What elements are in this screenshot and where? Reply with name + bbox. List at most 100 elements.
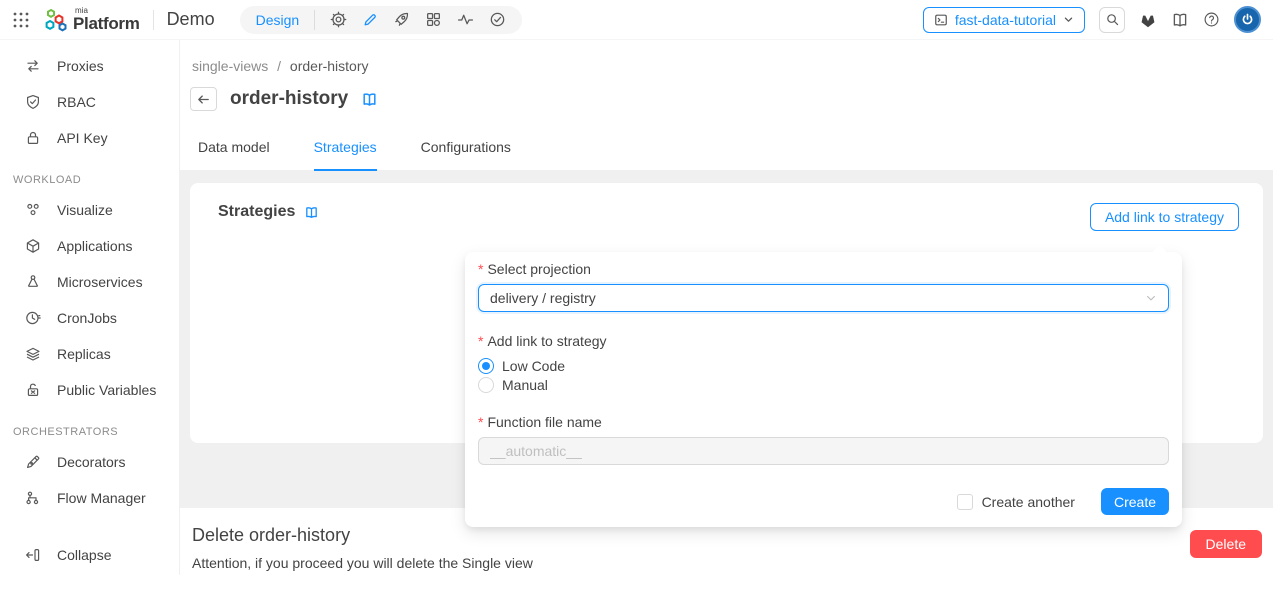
projection-select[interactable]: delivery / registry	[478, 284, 1169, 312]
collapse-icon	[25, 547, 41, 563]
pulse-icon[interactable]	[457, 11, 474, 28]
tab-strategies[interactable]: Strategies	[313, 139, 377, 171]
radio-label: Manual	[502, 376, 548, 393]
docs-book-icon[interactable]	[361, 91, 378, 108]
radio-label: Low Code	[502, 357, 566, 374]
app-grid-icon[interactable]	[12, 11, 30, 29]
select-chevron-down-icon	[1145, 292, 1157, 304]
sidebar-item-rbac[interactable]: RBAC	[0, 84, 179, 120]
sidebar-item-label: Microservices	[57, 274, 143, 290]
strategy-mode-label: * Add link to strategy	[478, 333, 607, 349]
add-strategy-popover: * Select projection delivery / registry …	[465, 252, 1182, 527]
sidebar-collapse-button[interactable]: Collapse	[0, 537, 179, 573]
sidebar-item-label: Visualize	[57, 202, 113, 218]
book-icon[interactable]	[1171, 11, 1189, 29]
sidebar-item-label: Applications	[57, 238, 133, 254]
console-icon	[934, 13, 948, 27]
help-icon[interactable]	[1203, 11, 1220, 28]
environment-selector[interactable]: fast-data-tutorial	[922, 6, 1085, 33]
projection-label: * Select projection	[478, 261, 591, 277]
radio-selected-icon[interactable]	[478, 357, 494, 374]
mia-hexagons-icon	[45, 8, 67, 31]
clock-icon	[25, 310, 41, 326]
sidebar-item-api-key[interactable]: API Key	[0, 120, 179, 156]
chevron-down-icon	[1063, 14, 1074, 25]
strategies-book-icon[interactable]	[304, 205, 319, 220]
arrow-left-icon	[198, 94, 209, 104]
sidebar-item-visualize[interactable]: Visualize	[0, 192, 179, 228]
sidebar-section-workload: WORKLOAD	[13, 174, 82, 186]
collapse-label: Collapse	[57, 547, 112, 563]
sidebar-item-label: Flow Manager	[57, 490, 146, 506]
radio-option-manual[interactable]: Manual	[478, 375, 1169, 394]
search-button[interactable]	[1099, 6, 1125, 33]
environment-label: fast-data-tutorial	[954, 11, 1056, 28]
radio-unselected-icon[interactable]	[478, 376, 494, 393]
delete-button[interactable]: Delete	[1189, 530, 1262, 558]
create-another-checkbox[interactable]	[956, 493, 973, 510]
sidebar-item-microservices[interactable]: Microservices	[0, 264, 179, 300]
breadcrumb-current: order-history	[289, 58, 369, 74]
sidebar-item-decorators[interactable]: Decorators	[0, 444, 179, 480]
sidebar-item-proxies[interactable]: Proxies	[0, 48, 179, 84]
breadcrumb-parent[interactable]: single-views	[192, 58, 268, 74]
project-name[interactable]: Demo	[167, 9, 215, 30]
package-icon	[25, 238, 41, 254]
lock-icon	[25, 130, 41, 146]
sidebar-item-replicas[interactable]: Replicas	[0, 336, 179, 372]
unlock-variables-icon	[25, 382, 41, 398]
page-title: order-history	[230, 88, 349, 109]
add-link-to-strategy-button[interactable]: Add link to strategy	[1089, 203, 1239, 231]
hexagons-icon	[25, 202, 41, 218]
tab-data-model[interactable]: Data model	[198, 139, 270, 170]
gear-icon[interactable]	[330, 11, 347, 28]
sidebar-item-label: RBAC	[57, 94, 96, 110]
sidebar-section-orchestrators: ORCHESTRATORS	[13, 426, 119, 438]
sidebar-item-label: Decorators	[57, 454, 126, 470]
projection-select-value: delivery / registry	[490, 290, 596, 306]
tab-bar: Data model Strategies Configurations	[180, 133, 1273, 171]
user-avatar[interactable]	[1234, 6, 1261, 33]
search-icon	[1105, 12, 1120, 27]
required-asterisk: *	[478, 333, 484, 349]
sidebar-item-label: Public Variables	[57, 382, 157, 398]
sidebar-item-cronjobs[interactable]: CronJobs	[0, 300, 179, 336]
sidebar-item-label: Proxies	[57, 58, 104, 74]
sidebar-item-flow-manager[interactable]: Flow Manager	[0, 480, 179, 516]
create-another-label: Create another	[981, 493, 1075, 510]
pill-divider	[314, 9, 316, 30]
node-icon	[25, 274, 41, 290]
gitlab-icon[interactable]	[1139, 11, 1157, 29]
function-file-name-label: * Function file name	[478, 414, 602, 430]
sidebar: Proxies RBAC API Key WORKLOAD Visualize	[0, 40, 180, 575]
sidebar-item-label: CronJobs	[57, 310, 117, 326]
mia-platform-logo[interactable]: mia Platform	[43, 7, 140, 33]
section-switcher: Design	[239, 5, 523, 34]
delete-section-description: Attention, if you proceed you will delet…	[192, 555, 533, 571]
tab-configurations[interactable]: Configurations	[421, 139, 511, 170]
sidebar-item-label: API Key	[57, 130, 108, 146]
pen-nib-icon	[25, 454, 41, 470]
shield-check-icon	[25, 94, 41, 110]
flow-icon	[25, 490, 41, 506]
sidebar-item-label: Replicas	[57, 346, 111, 362]
rocket-icon[interactable]	[393, 11, 410, 28]
back-button[interactable]	[190, 87, 217, 111]
app-header: mia Platform Demo Design fast-data-tutor…	[0, 0, 1273, 40]
radio-option-low-code[interactable]: Low Code	[478, 356, 1169, 375]
dashboard-icon[interactable]	[425, 11, 442, 28]
card-title: Strategies	[218, 203, 296, 220]
header-divider	[152, 9, 154, 30]
delete-section-title: Delete order-history	[192, 525, 351, 545]
pencil-icon[interactable]	[362, 12, 378, 28]
function-file-name-input[interactable]	[478, 437, 1169, 465]
sidebar-item-public-variables[interactable]: Public Variables	[0, 372, 179, 408]
check-circle-icon[interactable]	[489, 11, 506, 28]
sidebar-item-applications[interactable]: Applications	[0, 228, 179, 264]
required-asterisk: *	[478, 414, 484, 430]
breadcrumb: single-views / order-history	[192, 58, 369, 74]
required-asterisk: *	[478, 261, 484, 277]
power-icon	[1242, 13, 1253, 25]
design-section-label[interactable]: Design	[256, 12, 300, 28]
create-button[interactable]: Create	[1100, 488, 1169, 515]
